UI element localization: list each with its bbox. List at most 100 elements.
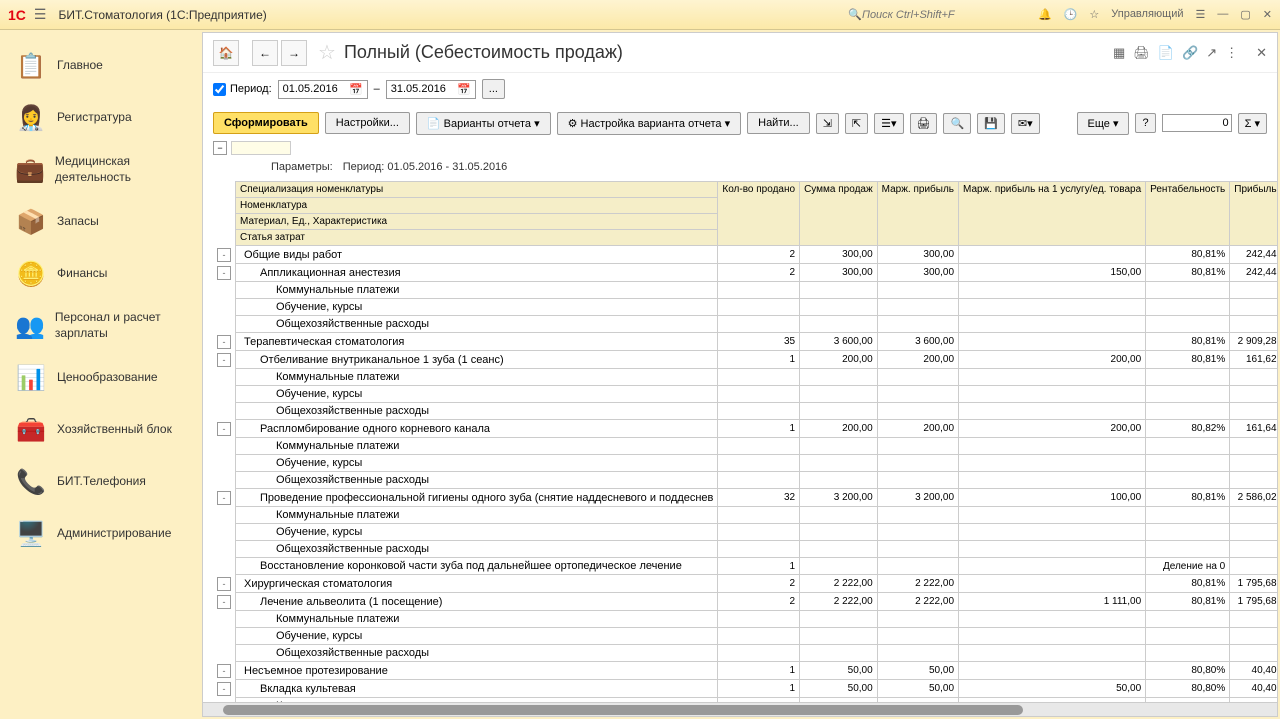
nav-icon: 💼 xyxy=(15,154,45,186)
nav-item-4[interactable]: 🪙Финансы xyxy=(0,248,200,300)
expand-button[interactable]: ⇲ xyxy=(816,113,839,134)
table-row[interactable]: - Лечение альвеолита (1 посещение) 2 2 2… xyxy=(213,593,1277,611)
table-row[interactable]: Обучение, курсы 6,39 6,39 xyxy=(213,455,1277,472)
external-icon[interactable]: ↗ xyxy=(1206,45,1217,61)
expand-icon[interactable]: - xyxy=(217,248,231,262)
help-button[interactable]: ? xyxy=(1135,113,1155,133)
table-row[interactable]: - Аппликационная анестезия 2 300,00 300,… xyxy=(213,264,1277,282)
save-button[interactable]: 💾 xyxy=(977,113,1005,134)
global-search[interactable]: 🔍 xyxy=(842,6,1018,23)
table-row[interactable]: - Распломбирование одного корневого кана… xyxy=(213,420,1277,438)
date-from[interactable]: 01.05.2016📅 xyxy=(278,80,368,99)
table-row[interactable]: - Отбеливание внутриканальное 1 зуба (1 … xyxy=(213,351,1277,369)
nav-item-3[interactable]: 📦Запасы xyxy=(0,196,200,248)
table-row[interactable]: - Общие виды работ 2 300,00 300,00 80,81… xyxy=(213,246,1277,264)
scroll-thumb[interactable] xyxy=(223,705,1023,715)
back-button[interactable]: ← xyxy=(252,40,278,66)
preview-button[interactable]: 🔍 xyxy=(943,113,971,134)
table-row[interactable]: Коммунальные платежи 12,79 12,79 xyxy=(213,369,1277,386)
settings-button[interactable]: Настройки... xyxy=(325,112,410,134)
link-icon[interactable]: 🔗 xyxy=(1182,45,1198,61)
close-tab-icon[interactable]: ✕ xyxy=(1256,45,1267,61)
date-to[interactable]: 31.05.2016📅 xyxy=(386,80,476,99)
table-row[interactable]: Обучение, курсы 6,40 6,40 xyxy=(213,386,1277,403)
print-button[interactable]: 🖨 xyxy=(910,113,938,134)
user-label[interactable]: Управляющий xyxy=(1111,8,1183,21)
table-row[interactable]: Общехозяйственные расходы 19,19 19,19 xyxy=(213,403,1277,420)
nav-item-5[interactable]: 👥Персонал и расчет зарплаты xyxy=(0,300,200,352)
expand-icon[interactable]: - xyxy=(217,664,231,678)
nav-item-6[interactable]: 📊Ценообразование xyxy=(0,352,200,404)
expand-icon[interactable]: - xyxy=(217,353,231,367)
find-button[interactable]: Найти... xyxy=(747,112,810,134)
bell-icon[interactable]: 🔔 xyxy=(1038,8,1052,21)
expand-icon[interactable]: - xyxy=(217,491,231,505)
expand-icon[interactable]: - xyxy=(217,422,231,436)
nav-item-0[interactable]: 📋Главное xyxy=(0,40,200,92)
table-row[interactable]: - Хирургическая стоматология 2 2 222,00 … xyxy=(213,575,1277,593)
content-area: 🏠 ← → ☆ Полный (Себестоимость продаж) ▦ … xyxy=(202,32,1278,717)
table-row[interactable]: Общехозяйственные расходы 306,99 306,99 xyxy=(213,541,1277,558)
hamburger-icon[interactable]: ☰ xyxy=(34,6,47,23)
table-row[interactable]: Коммунальные платежи 19,19 19,19 xyxy=(213,282,1277,299)
form-button[interactable]: Сформировать xyxy=(213,112,319,134)
expand-icon[interactable]: - xyxy=(217,595,231,609)
menu-dots-icon[interactable]: ⋮ xyxy=(1225,45,1238,61)
collapse-all-icon[interactable]: − xyxy=(213,141,227,155)
collapse-button[interactable]: ⇱ xyxy=(845,113,868,134)
horizontal-scrollbar[interactable] xyxy=(203,702,1277,716)
table-row[interactable]: Общехозяйственные расходы 19,18 19,18 xyxy=(213,472,1277,489)
table-row[interactable]: Общехозяйственные расходы 213,16 213,16 xyxy=(213,645,1277,662)
nav-item-1[interactable]: 👩‍⚕️Регистратура xyxy=(0,92,200,144)
params-row: Параметры: Период: 01.05.2016 - 31.05.20… xyxy=(231,155,1267,177)
table-row[interactable]: Коммунальные платежи 204,66 204,66 xyxy=(213,507,1277,524)
filter-icon[interactable]: ☰ xyxy=(1196,8,1206,21)
nav-item-8[interactable]: 📞БИТ.Телефония xyxy=(0,456,200,508)
nav-label: Медицинская деятельность xyxy=(55,154,185,185)
expand-icon[interactable]: - xyxy=(217,682,231,696)
printer-icon[interactable]: 🖨 xyxy=(1133,45,1150,61)
table-row[interactable]: Коммунальные платежи 12,79 12,79 xyxy=(213,438,1277,455)
table-row[interactable]: Коммунальные платежи 142,11 142,11 xyxy=(213,611,1277,628)
table-row[interactable]: - Проведение профессиональной гигиены од… xyxy=(213,489,1277,507)
maximize-icon[interactable]: ▢ xyxy=(1240,8,1250,21)
star-icon[interactable]: ☆ xyxy=(1089,8,1099,21)
sigma-button[interactable]: Σ ▾ xyxy=(1238,113,1267,134)
table-row[interactable]: - Терапевтическая стоматология 35 3 600,… xyxy=(213,333,1277,351)
nav-item-9[interactable]: 🖥️Администрирование xyxy=(0,508,200,560)
table-row[interactable]: - Вкладка культевая 1 50,00 50,00 50,00 … xyxy=(213,680,1277,698)
table-row[interactable]: Обучение, курсы 71,05 71,05 xyxy=(213,628,1277,645)
period-checkbox[interactable]: Период: xyxy=(213,83,272,96)
favorite-star-icon[interactable]: ☆ xyxy=(318,40,336,65)
nav-label: Финансы xyxy=(57,266,107,282)
expand-icon[interactable]: - xyxy=(217,266,231,280)
variant-setup-button[interactable]: ⚙ Настройка варианта отчета ▾ xyxy=(557,112,742,135)
variants-button[interactable]: 📄 Варианты отчета ▾ xyxy=(416,112,551,135)
nav-item-2[interactable]: 💼 Медицинская деятельность xyxy=(0,144,200,196)
table-row[interactable]: - Несъемное протезирование 1 50,00 50,00… xyxy=(213,662,1277,680)
table-row[interactable]: Восстановление коронковой части зуба под… xyxy=(213,558,1277,575)
minimize-icon[interactable]: — xyxy=(1217,8,1228,21)
table-row[interactable]: Обучение, курсы 9,59 9,59 xyxy=(213,299,1277,316)
calendar-icon[interactable]: 📅 xyxy=(457,83,471,96)
history-icon[interactable]: 🕒 xyxy=(1064,8,1078,21)
calendar-icon[interactable]: 📅 xyxy=(349,83,363,96)
report-area[interactable]: − Параметры: Период: 01.05.2016 - 31.05.… xyxy=(203,141,1277,702)
period-more-button[interactable]: ... xyxy=(482,79,505,99)
home-button[interactable]: 🏠 xyxy=(213,40,239,66)
search-input[interactable] xyxy=(862,9,1012,21)
doc-icon[interactable]: 📄 xyxy=(1158,45,1174,61)
forward-button[interactable]: → xyxy=(281,40,307,66)
nav-item-7[interactable]: 🧰Хозяйственный блок xyxy=(0,404,200,456)
more-button[interactable]: Еще ▾ xyxy=(1077,112,1130,135)
zero-input[interactable] xyxy=(1162,114,1232,132)
nav-icon: 📦 xyxy=(15,206,47,238)
print-icon[interactable]: ▦ xyxy=(1113,45,1125,61)
email-button[interactable]: ✉▾ xyxy=(1011,113,1040,134)
expand-icon[interactable]: - xyxy=(217,577,231,591)
table-row[interactable]: Общехозяйственные расходы 28,78 28,78 xyxy=(213,316,1277,333)
tree-button[interactable]: ☰▾ xyxy=(874,113,903,134)
close-icon[interactable]: ✕ xyxy=(1263,8,1272,21)
table-row[interactable]: Обучение, курсы 102,33 102,33 xyxy=(213,524,1277,541)
expand-icon[interactable]: - xyxy=(217,335,231,349)
